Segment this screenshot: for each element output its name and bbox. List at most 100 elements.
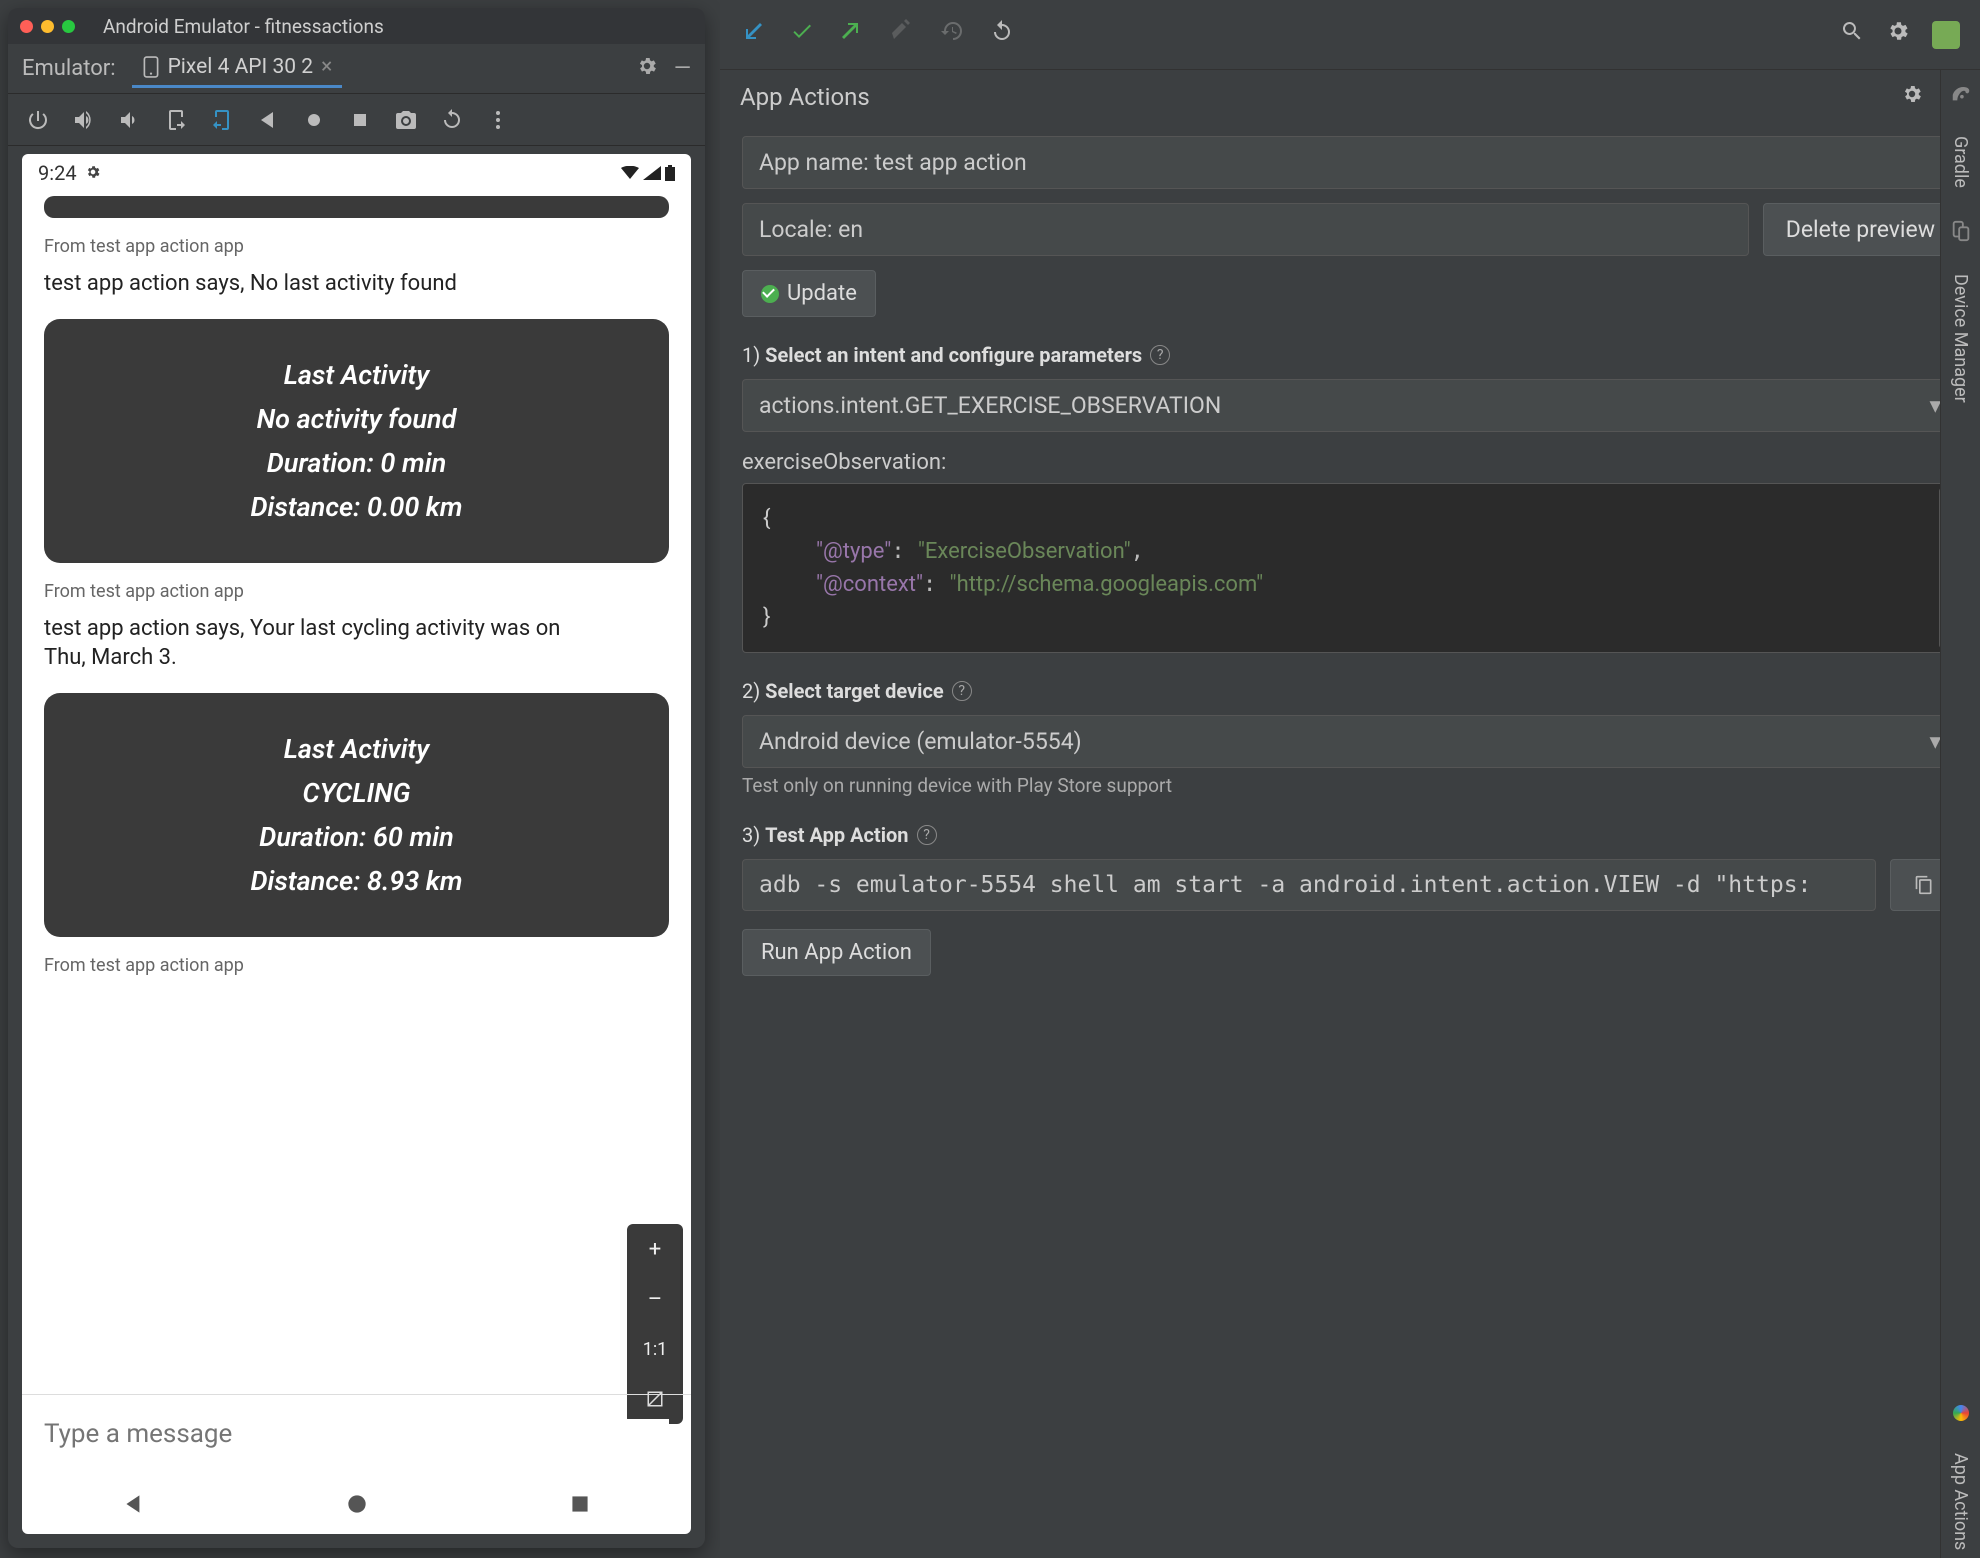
volume-down-icon[interactable]	[118, 108, 142, 132]
zoom-out-button[interactable]: –	[627, 1274, 683, 1324]
battery-icon	[665, 165, 675, 181]
undo-icon[interactable]	[990, 19, 1014, 50]
assistant-message: test app action says, No last activity f…	[44, 269, 669, 299]
activity-card: Last Activity CYCLING Duration: 60 min D…	[44, 693, 669, 937]
app-actions-body: App name: test app action Locale: en Del…	[720, 124, 1980, 1558]
emulator-titlebar: Android Emulator - fitnessactions	[8, 8, 705, 44]
card-line: CYCLING	[64, 777, 649, 809]
assistant-message: test app action says, Your last cycling …	[44, 614, 564, 673]
emulator-tabbar: Emulator: Pixel 4 API 30 2 × —	[8, 44, 705, 94]
window-title: Android Emulator - fitnessactions	[103, 15, 384, 38]
step-1-label: 1) Select an intent and configure parame…	[742, 343, 1958, 367]
record-icon[interactable]	[302, 108, 326, 132]
more-icon[interactable]	[486, 108, 510, 132]
right-tool-gutter: Gradle Device Manager App Actions	[1940, 70, 1980, 1558]
phone-statusbar: 9:24	[22, 154, 691, 192]
device-manager-icon[interactable]	[1950, 220, 1972, 242]
card-line: No activity found	[64, 403, 649, 435]
device-select[interactable]: Android device (emulator-5554) ▾	[742, 715, 1958, 768]
arrow-upload-icon[interactable]	[840, 19, 864, 50]
from-label: From test app action app	[44, 581, 669, 602]
intent-select[interactable]: actions.intent.GET_EXERCISE_OBSERVATION …	[742, 379, 1958, 432]
phone-navbar	[22, 1474, 691, 1534]
delete-preview-button[interactable]: Delete preview	[1763, 203, 1958, 256]
step-3-label: 3) Test App Action ?	[742, 823, 1958, 847]
help-icon[interactable]: ?	[1150, 345, 1170, 365]
help-icon[interactable]: ?	[917, 825, 937, 845]
zoom-in-button[interactable]: +	[627, 1224, 683, 1274]
card-line: Distance: 8.93 km	[64, 865, 649, 897]
compose-input[interactable]	[44, 1419, 669, 1449]
status-time: 9:24	[38, 161, 77, 185]
emulator-label: Emulator:	[22, 56, 116, 81]
commit-icon[interactable]	[890, 19, 914, 50]
emulator-toolbar	[8, 94, 705, 146]
card-line: Duration: 0 min	[64, 447, 649, 479]
copy-icon	[1914, 875, 1934, 895]
phone-content[interactable]: From test app action app test app action…	[22, 192, 691, 1534]
restart-icon[interactable]	[440, 108, 464, 132]
app-actions-header: App Actions —	[720, 70, 1980, 124]
window-traffic-lights[interactable]	[20, 20, 75, 33]
emulator-device-tab[interactable]: Pixel 4 API 30 2 ×	[132, 49, 343, 88]
close-tab-icon[interactable]: ×	[321, 55, 332, 79]
nav-recent-icon[interactable]	[567, 1491, 593, 1517]
app-name-field[interactable]: App name: test app action	[742, 136, 1958, 189]
status-settings-icon	[85, 161, 101, 185]
card-title: Last Activity	[64, 733, 649, 765]
check-icon[interactable]	[790, 19, 814, 50]
step-2-label: 2) Select target device ?	[742, 679, 1958, 703]
screenshot-icon[interactable]	[394, 108, 418, 132]
locale-field[interactable]: Locale: en	[742, 203, 1749, 256]
zoom-ratio-button[interactable]: 1:1	[627, 1324, 683, 1374]
assistant-icon[interactable]	[1953, 1405, 1969, 1421]
card-line: Duration: 60 min	[64, 821, 649, 853]
user-avatar[interactable]	[1932, 21, 1960, 49]
ide-panel: App Actions — App name: test app action …	[720, 0, 1980, 1558]
nav-back-icon[interactable]	[121, 1491, 147, 1517]
rotate-right-icon[interactable]	[210, 108, 234, 132]
gradle-tab[interactable]: Gradle	[1950, 128, 1971, 196]
arrow-download-icon[interactable]	[740, 19, 764, 50]
card-line: Distance: 0.00 km	[64, 491, 649, 523]
gradle-icon[interactable]	[1950, 82, 1972, 104]
settings-icon[interactable]	[636, 55, 658, 83]
phone-frame: 9:24 From test app action app test app a…	[22, 154, 691, 1534]
phone-icon	[142, 56, 160, 78]
adb-command-field[interactable]: adb -s emulator-5554 shell am start -a a…	[742, 859, 1876, 911]
wifi-icon	[621, 166, 639, 180]
parameter-label: exerciseObservation:	[742, 450, 1958, 475]
from-label: From test app action app	[44, 236, 669, 257]
activity-card: Last Activity No activity found Duration…	[44, 319, 669, 563]
device-manager-tab[interactable]: Device Manager	[1950, 266, 1971, 411]
card-title: Last Activity	[64, 359, 649, 391]
json-editor[interactable]: { "@type": "ExerciseObservation", "@cont…	[742, 483, 1958, 653]
stop-icon[interactable]	[348, 108, 372, 132]
nav-home-icon[interactable]	[344, 1491, 370, 1517]
power-icon[interactable]	[26, 108, 50, 132]
ide-toolbar	[720, 0, 1980, 70]
device-hint: Test only on running device with Play St…	[742, 774, 1958, 797]
help-icon[interactable]: ?	[952, 681, 972, 701]
signal-icon	[643, 166, 661, 180]
app-actions-tab[interactable]: App Actions	[1950, 1445, 1971, 1558]
history-icon[interactable]	[940, 19, 964, 50]
emulator-window: Android Emulator - fitnessactions Emulat…	[8, 8, 705, 1548]
rotate-left-icon[interactable]	[164, 108, 188, 132]
panel-title: App Actions	[740, 83, 870, 111]
minimize-window-icon[interactable]	[41, 20, 54, 33]
minimize-panel-icon[interactable]: —	[674, 56, 691, 81]
collapsed-card	[44, 196, 669, 218]
maximize-window-icon[interactable]	[62, 20, 75, 33]
update-button[interactable]: Update	[742, 270, 876, 317]
run-app-action-button[interactable]: Run App Action	[742, 929, 931, 976]
volume-up-icon[interactable]	[72, 108, 96, 132]
check-icon	[761, 285, 779, 303]
from-label: From test app action app	[44, 955, 669, 976]
back-icon[interactable]	[256, 108, 280, 132]
close-window-icon[interactable]	[20, 20, 33, 33]
search-icon[interactable]	[1840, 19, 1864, 50]
compose-bar	[22, 1394, 691, 1472]
settings-icon[interactable]	[1901, 83, 1923, 111]
settings-icon[interactable]	[1886, 19, 1910, 50]
